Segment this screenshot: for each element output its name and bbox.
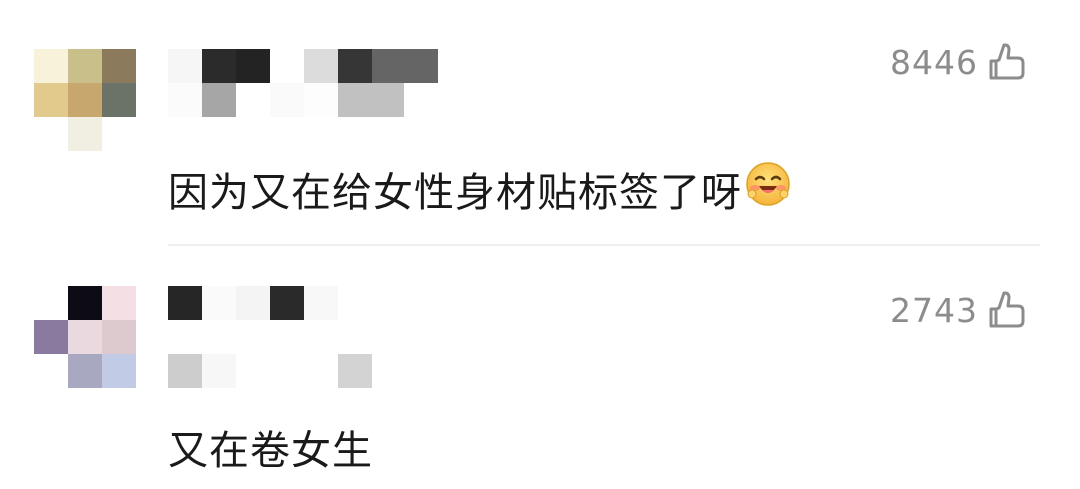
like-count: 2743 [890, 290, 978, 330]
blur-block [202, 354, 236, 388]
blur-block [236, 49, 270, 83]
avatar-pixel [34, 354, 68, 388]
blur-block [304, 49, 338, 83]
avatar-pixel [102, 286, 136, 320]
avatar-pixel [34, 117, 68, 151]
comment-item: 2743 又在卷女生 [0, 246, 1080, 489]
username-blurred[interactable] [168, 49, 448, 119]
blur-block [338, 354, 372, 388]
blur-block [202, 83, 236, 117]
avatar[interactable] [34, 49, 136, 151]
blur-block [338, 83, 404, 117]
blur-block [236, 286, 270, 320]
blur-block [338, 49, 372, 83]
avatar-pixel [102, 354, 136, 388]
avatar-pixel [102, 320, 136, 354]
avatar-pixel [102, 83, 136, 117]
blur-block [168, 83, 202, 117]
avatar-pixel [68, 117, 102, 151]
avatar-pixel [68, 49, 102, 83]
avatar-pixel [34, 320, 68, 354]
blur-block [304, 286, 338, 320]
comment-body: 因为又在给女性身材贴标签了呀 [168, 170, 742, 216]
blur-block [202, 49, 236, 83]
username-blurred[interactable] [168, 286, 408, 388]
blur-block [270, 286, 304, 320]
blur-block [372, 49, 438, 83]
blur-block [202, 286, 236, 320]
comment-text: 因为又在给女性身材贴标签了呀 [168, 160, 792, 218]
like-control[interactable]: 8446 [890, 42, 1026, 82]
blur-block [304, 83, 338, 117]
like-count: 8446 [890, 42, 978, 82]
comment-body: 又在卷女生 [168, 428, 373, 474]
avatar-pixel [34, 49, 68, 83]
avatar-pixel [102, 117, 136, 151]
avatar-pixel [34, 83, 68, 117]
blur-block [168, 49, 202, 83]
avatar-pixel [68, 354, 102, 388]
comment-item: 8446 因为又在给女性身材贴标签了呀 [0, 0, 1080, 246]
avatar-pixel [68, 320, 102, 354]
comment-text: 又在卷女生 [168, 418, 373, 476]
blur-block [270, 83, 304, 117]
blur-block [168, 286, 202, 320]
avatar-pixel [102, 49, 136, 83]
like-control[interactable]: 2743 [890, 290, 1026, 330]
thumbs-up-icon[interactable] [988, 42, 1026, 82]
avatar-pixel [68, 83, 102, 117]
avatar[interactable] [34, 286, 136, 388]
blushing-laugh-emoji-icon [744, 160, 792, 218]
thumbs-up-icon[interactable] [988, 290, 1026, 330]
blur-block [168, 354, 202, 388]
avatar-pixel [68, 286, 102, 320]
avatar-pixel [34, 286, 68, 320]
